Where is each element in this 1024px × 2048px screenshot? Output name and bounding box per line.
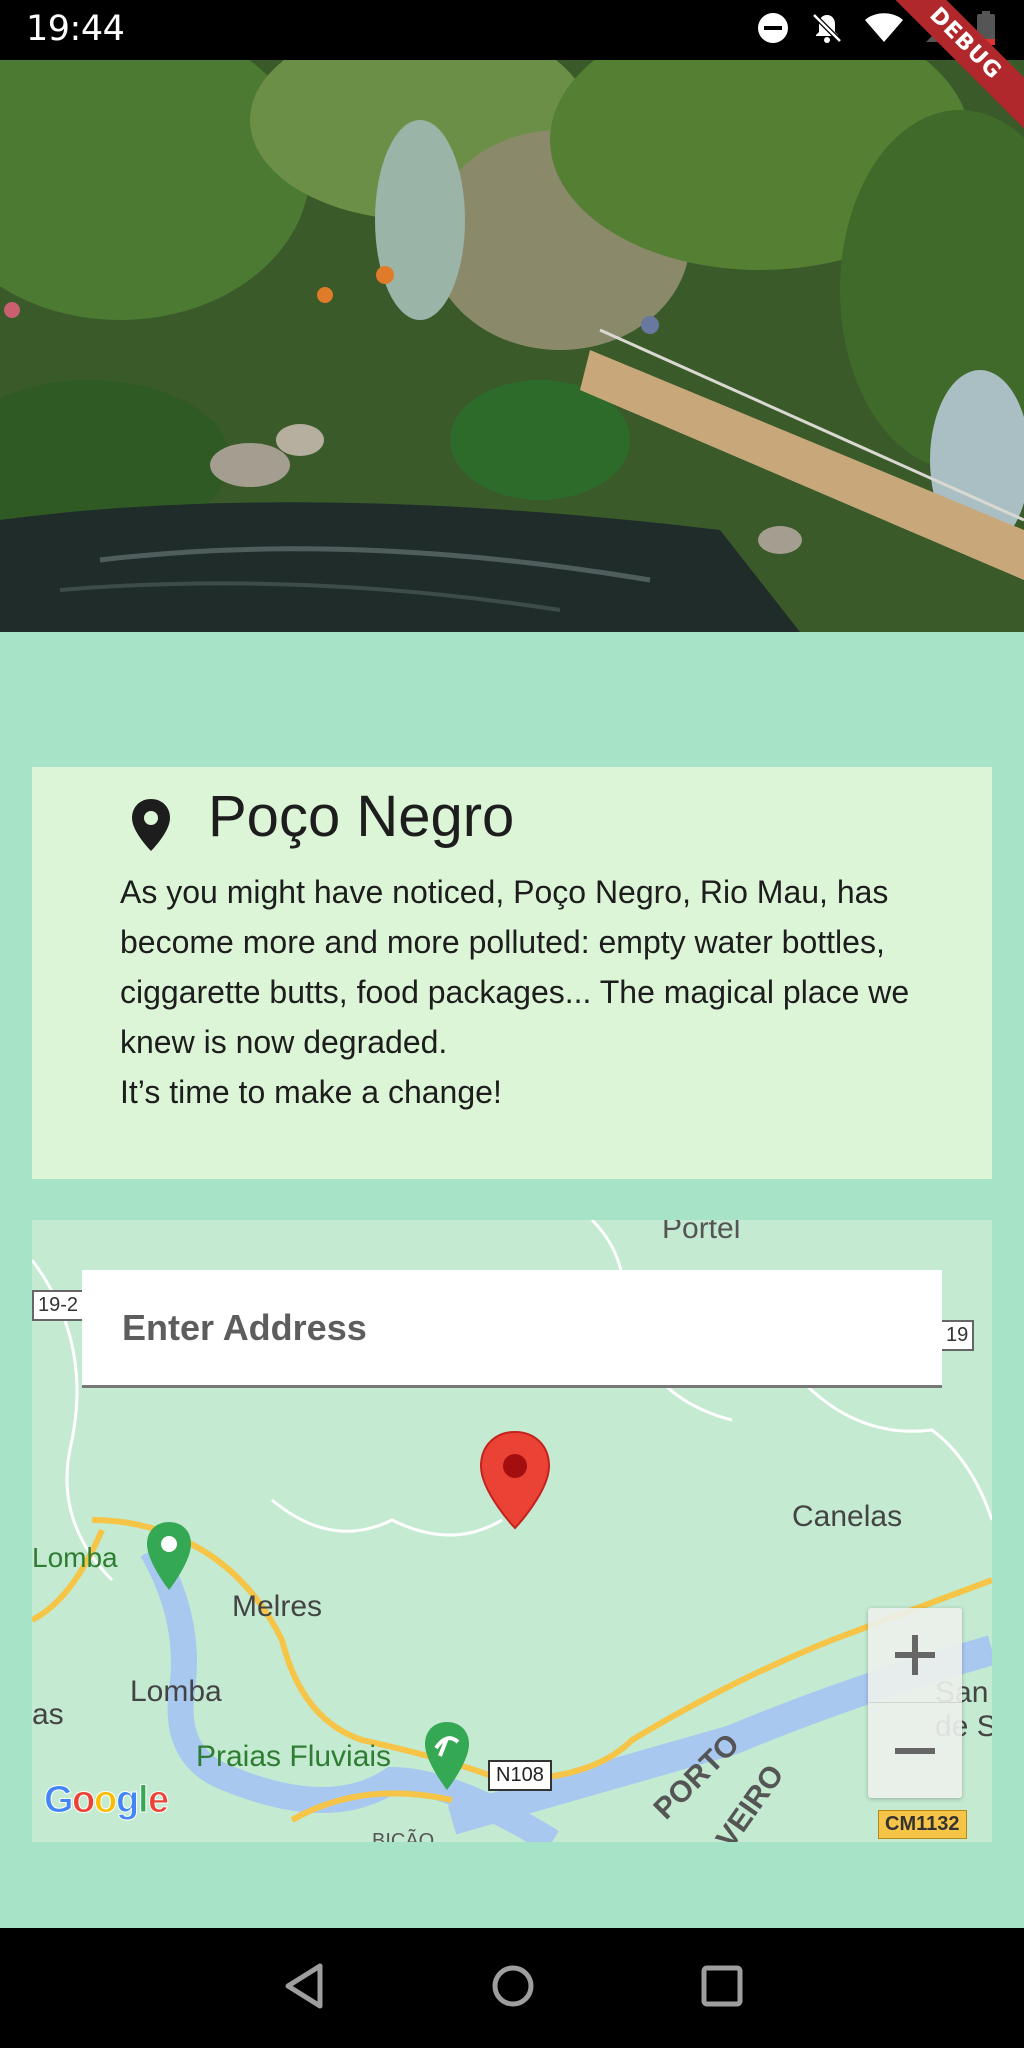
road-badge-n108: N108 — [488, 1760, 552, 1791]
road-badge-19-2: 19-2 — [32, 1290, 85, 1321]
map-marker-icon[interactable] — [477, 1430, 553, 1535]
google-logo: G o o g l e — [44, 1776, 189, 1836]
wifi-icon — [864, 12, 904, 49]
map-label-porte: Portel — [662, 1220, 741, 1245]
system-navigation-bar — [0, 1928, 1024, 2048]
map-label-as: as — [32, 1698, 64, 1731]
address-input[interactable] — [122, 1270, 902, 1385]
road-badge-cm1132: CM1132 — [878, 1810, 967, 1839]
minus-icon — [895, 1747, 935, 1754]
description-call-to-action: It’s time to make a change! — [120, 1074, 502, 1110]
place-description: As you might have noticed, Poço Negro, R… — [120, 867, 980, 1117]
notifications-off-icon — [810, 11, 844, 50]
svg-text:o: o — [72, 1779, 95, 1821]
map-label-melres: Melres — [232, 1590, 323, 1623]
zoom-controls — [868, 1608, 962, 1798]
map-label-canelas: Canelas — [792, 1500, 903, 1533]
zoom-in-button[interactable] — [868, 1608, 962, 1703]
beach-poi-icon[interactable] — [422, 1720, 472, 1797]
status-time: 19:44 — [26, 9, 125, 49]
map-label-lomba-bottom: Lomba — [130, 1675, 222, 1708]
svg-text:g: g — [116, 1779, 139, 1821]
svg-text:e: e — [148, 1779, 169, 1821]
address-search-field[interactable] — [82, 1270, 942, 1388]
do-not-disturb-icon — [756, 11, 790, 50]
back-icon[interactable] — [280, 1960, 328, 2017]
map-label-bicao: BIÇÃO — [372, 1830, 435, 1842]
svg-text:o: o — [94, 1779, 117, 1821]
map-label-lomba-top: Lomba — [32, 1542, 118, 1573]
home-icon[interactable] — [487, 1960, 539, 2017]
description-paragraph: As you might have noticed, Poço Negro, R… — [120, 874, 910, 1060]
zoom-out-button[interactable] — [868, 1703, 962, 1798]
hero-image — [0, 60, 1024, 632]
map-view[interactable]: Portel 19-2 19 Canelas Lomba Melres Lomb… — [32, 1220, 992, 1842]
svg-text:G: G — [44, 1779, 74, 1821]
location-pin-icon — [128, 797, 174, 858]
map-label-praias-fluviais: Praias Fluviais — [196, 1740, 392, 1773]
recents-icon[interactable] — [698, 1960, 746, 2017]
plus-icon — [895, 1635, 935, 1675]
poi-pin-icon[interactable] — [144, 1520, 194, 1597]
status-bar: 19:44 DEBUG — [0, 0, 1024, 139]
svg-text:l: l — [138, 1779, 149, 1821]
place-title: Poço Negro — [208, 784, 515, 849]
road-badge-19: 19 — [940, 1320, 975, 1351]
